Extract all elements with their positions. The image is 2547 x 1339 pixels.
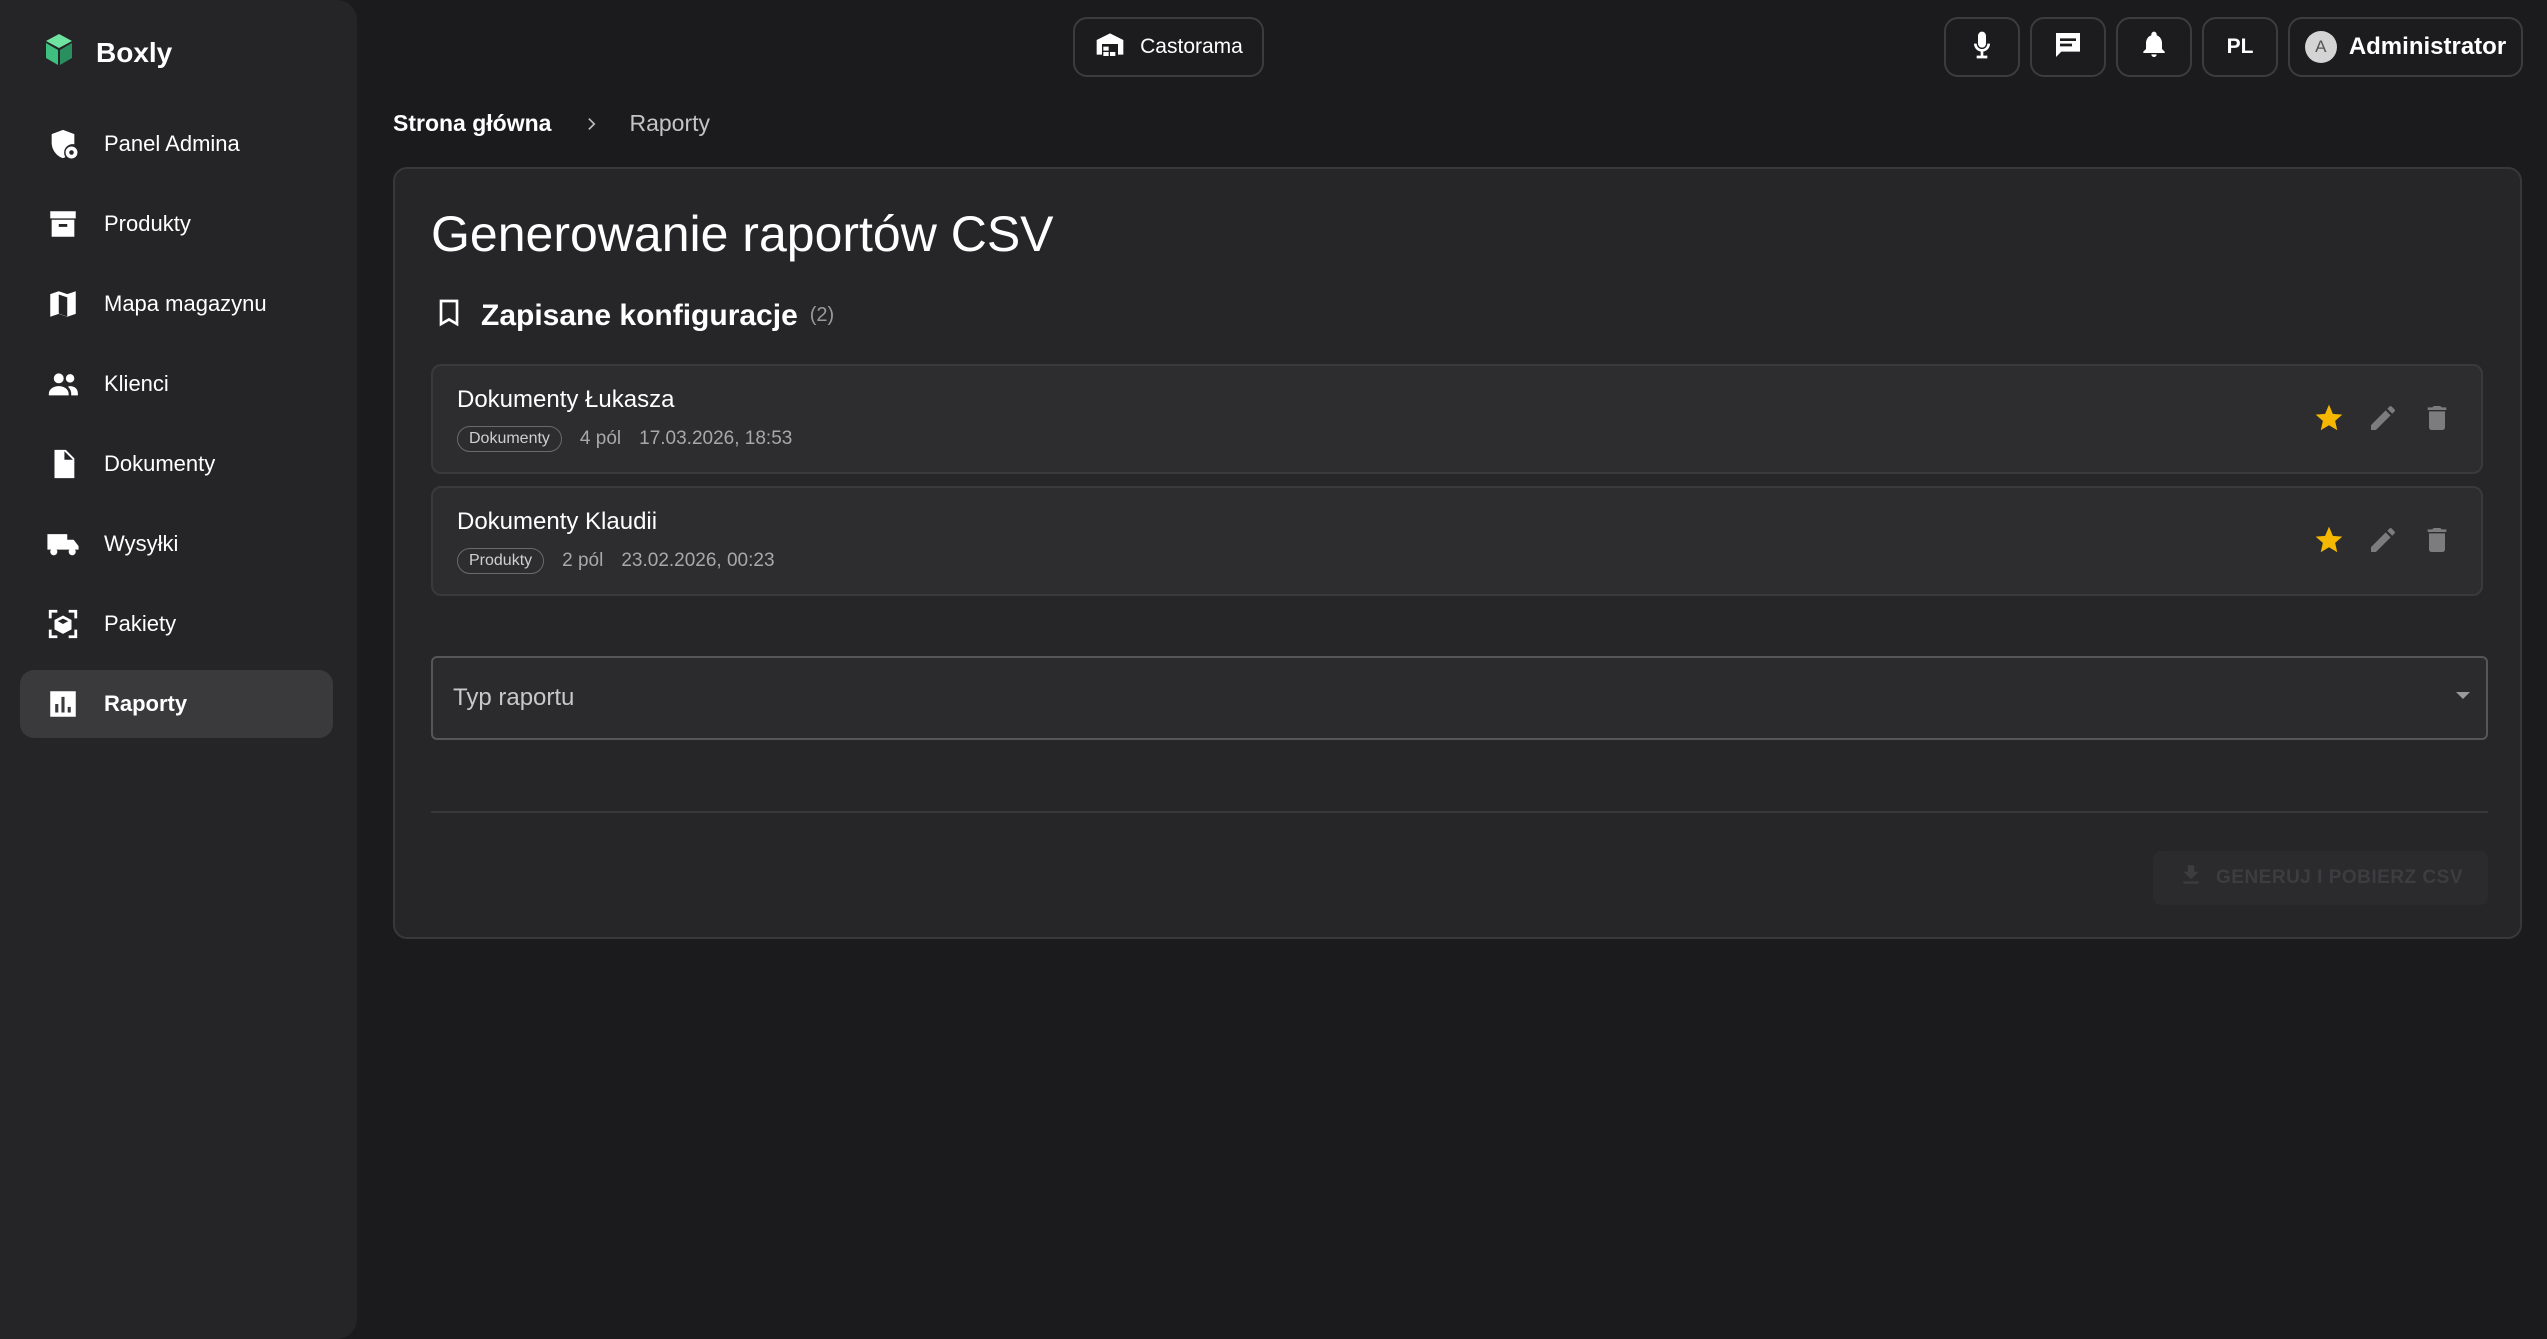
divider (431, 811, 2488, 813)
sidebar-item-dokumenty[interactable]: Dokumenty (20, 430, 333, 498)
boxly-logo-icon (44, 33, 74, 72)
report-type-select[interactable]: Typ raportu (431, 656, 2488, 740)
page-title: Generowanie raportów CSV (431, 206, 1054, 262)
sidebar-item-label: Pakiety (104, 611, 177, 636)
sidebar-item-label: Raporty (104, 691, 188, 716)
avatar: A (2304, 31, 2337, 63)
sidebar-item-mapa-magazynu[interactable]: Mapa magazynu (20, 270, 333, 338)
trash-icon[interactable] (2421, 402, 2453, 434)
chevron-right-icon (583, 115, 601, 133)
warehouse-selector-button[interactable]: Castorama (1073, 17, 1264, 77)
config-fields-count: 2 pól (562, 550, 604, 571)
edit-icon[interactable] (2367, 402, 2399, 434)
config-date: 17.03.2026, 18:53 (639, 428, 793, 449)
config-name: Dokumenty Klaudii (457, 508, 658, 535)
star-icon[interactable] (2313, 524, 2345, 556)
language-button[interactable]: PL (2202, 17, 2278, 77)
brand-name: Boxly (96, 36, 173, 68)
chat-button[interactable] (2030, 17, 2106, 77)
bar-chart-icon (46, 687, 80, 721)
sidebar-item-panel-admina[interactable]: Panel Admina (20, 110, 333, 178)
saved-configs-header: Zapisane konfiguracje (2) (433, 297, 834, 334)
sidebar-item-klienci[interactable]: Klienci (20, 350, 333, 418)
language-label: PL (2226, 35, 2254, 58)
generate-csv-label: GENERUJ I POBIERZ CSV (2216, 867, 2463, 888)
breadcrumb: Strona główna Raporty (393, 110, 710, 137)
download-icon (2178, 862, 2216, 894)
microphone-icon (1966, 29, 1998, 66)
bell-icon (2138, 29, 2170, 66)
archive-box-icon (46, 207, 80, 241)
bookmark-icon (433, 297, 481, 334)
config-fields-count: 4 pól (579, 428, 622, 449)
sidebar-nav: Panel Admina Produkty Mapa magazynu Klie… (20, 110, 333, 750)
sidebar-item-label: Dokumenty (104, 451, 216, 476)
config-meta: Dokumenty 4 pól 17.03.2026, 18:53 (457, 426, 792, 452)
config-meta: Produkty 2 pól 23.02.2026, 00:23 (457, 548, 775, 574)
truck-icon (46, 527, 80, 561)
saved-configs-count: (2) (809, 304, 835, 326)
breadcrumb-home-link[interactable]: Strona główna (393, 110, 551, 137)
sidebar-item-label: Mapa magazynu (104, 291, 267, 316)
config-name: Dokumenty Łukasza (457, 386, 675, 413)
sidebar-item-pakiety[interactable]: Pakiety (20, 590, 333, 658)
star-icon[interactable] (2313, 402, 2345, 434)
sidebar-item-label: Produkty (104, 211, 191, 236)
sidebar-item-label: Wysyłki (104, 531, 179, 556)
caret-down-icon (2456, 692, 2470, 699)
trash-icon[interactable] (2421, 524, 2453, 556)
saved-config-item[interactable]: Dokumenty Klaudii Produkty 2 pól 23.02.2… (431, 486, 2483, 596)
package-scan-icon (46, 607, 80, 641)
edit-icon[interactable] (2367, 524, 2399, 556)
user-name: Administrator (2348, 33, 2507, 60)
breadcrumb-current: Raporty (629, 110, 710, 136)
warehouse-label: Castorama (1140, 35, 1243, 58)
sidebar-item-label: Klienci (104, 371, 169, 396)
warehouse-icon (1094, 28, 1126, 66)
map-icon (46, 287, 80, 321)
microphone-button[interactable] (1944, 17, 2020, 77)
notifications-button[interactable] (2116, 17, 2192, 77)
report-type-label: Typ raportu (453, 684, 575, 711)
admin-shield-icon (46, 127, 80, 161)
sidebar: Boxly Panel Admina Produkty Mapa magazyn… (0, 0, 357, 1339)
config-date: 23.02.2026, 00:23 (621, 550, 775, 571)
sidebar-item-raporty[interactable]: Raporty (20, 670, 333, 738)
config-actions (2313, 402, 2453, 434)
sidebar-item-wysylki[interactable]: Wysyłki (20, 510, 333, 578)
saved-config-item[interactable]: Dokumenty Łukasza Dokumenty 4 pól 17.03.… (431, 364, 2483, 474)
brand[interactable]: Boxly (44, 33, 172, 72)
config-type-chip: Dokumenty (457, 426, 562, 452)
config-actions (2313, 524, 2453, 556)
sidebar-item-label: Panel Admina (104, 131, 240, 156)
sidebar-item-produkty[interactable]: Produkty (20, 190, 333, 258)
chat-icon (2052, 29, 2084, 66)
report-generator-card: Generowanie raportów CSV Zapisane konfig… (393, 167, 2522, 939)
config-type-chip: Produkty (457, 548, 545, 574)
people-icon (46, 367, 80, 401)
saved-configs-title: Zapisane konfiguracje (481, 298, 798, 332)
generate-csv-button[interactable]: GENERUJ I POBIERZ CSV (2153, 851, 2488, 905)
document-icon (46, 447, 80, 481)
user-menu-button[interactable]: A Administrator (2288, 17, 2523, 77)
